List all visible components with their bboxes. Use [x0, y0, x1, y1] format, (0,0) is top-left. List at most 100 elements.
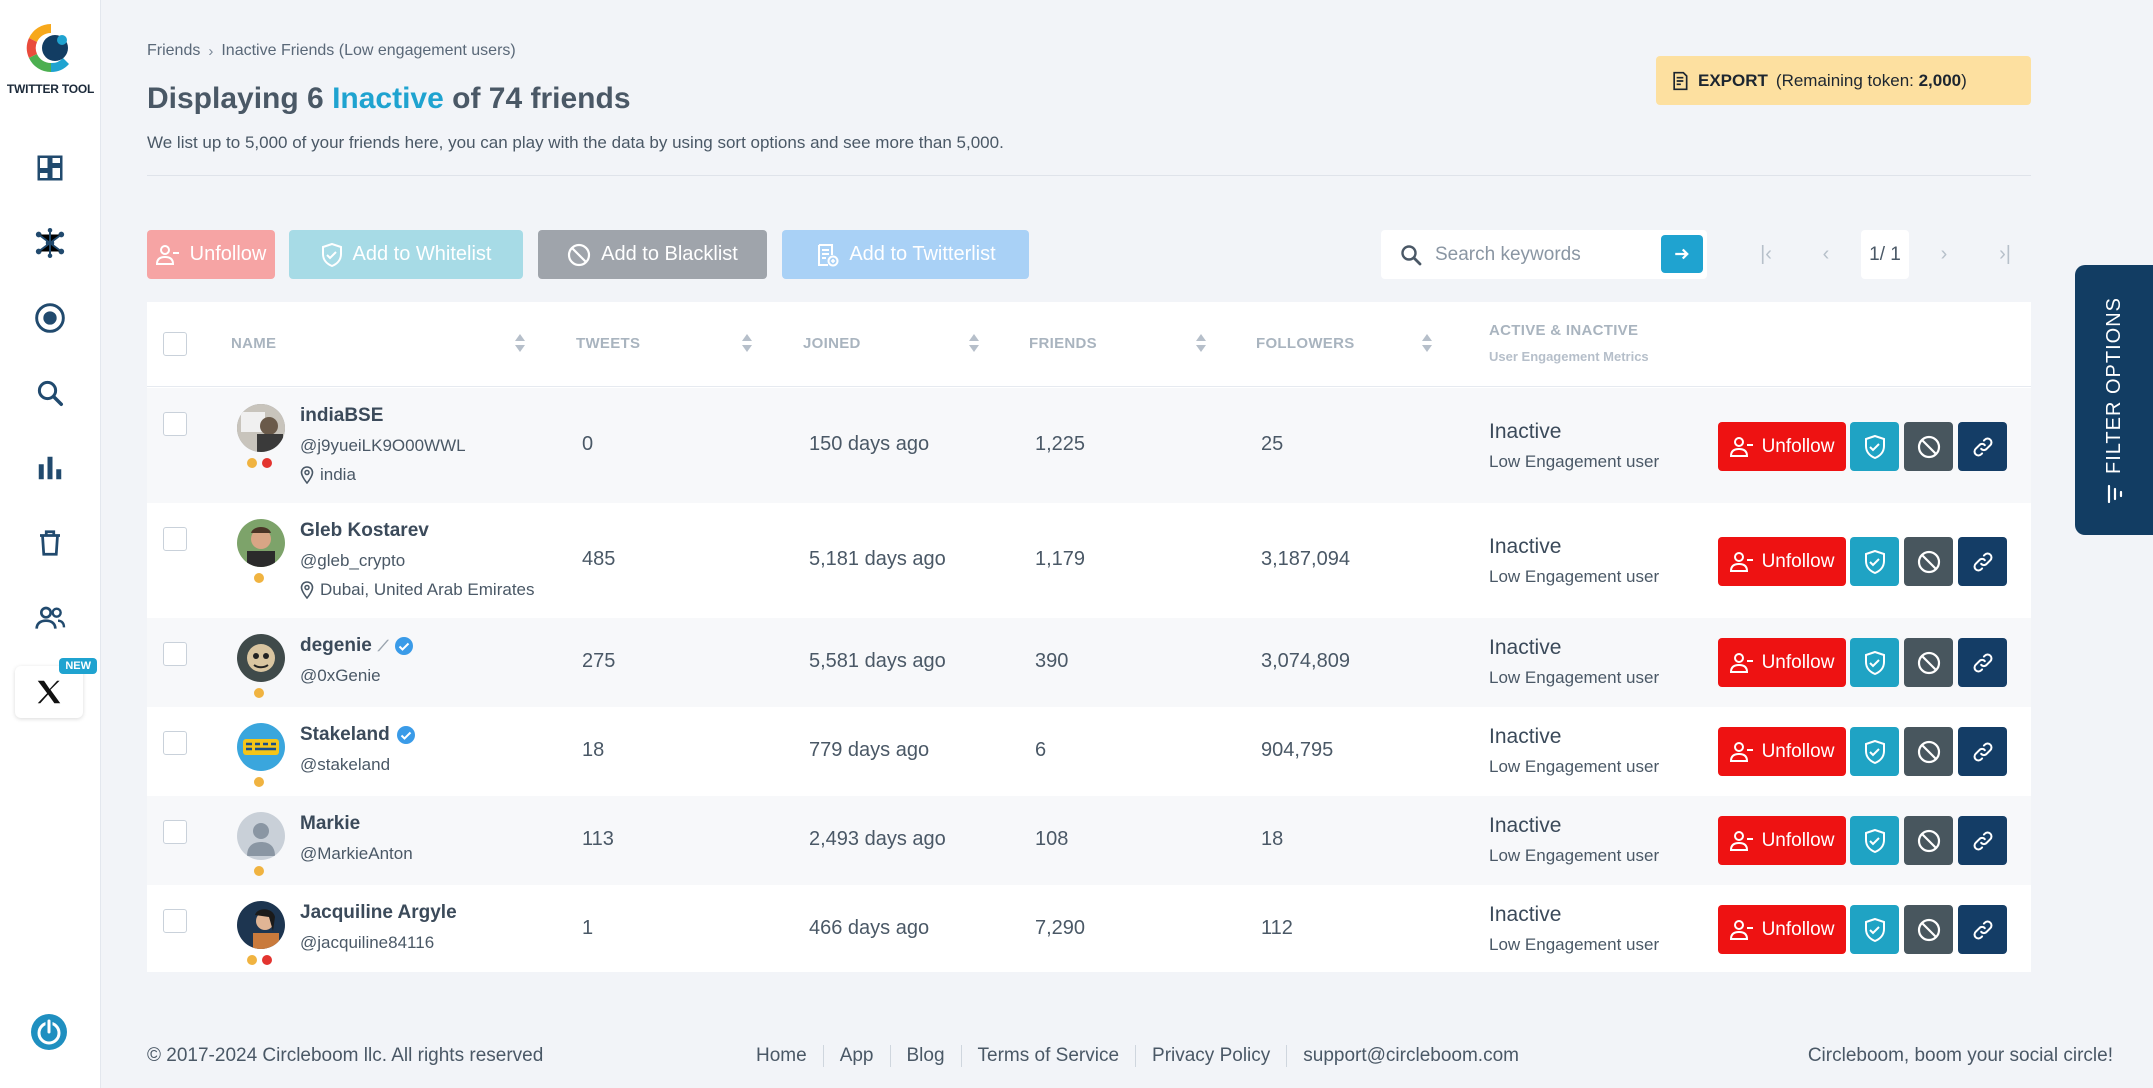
nav-x[interactable]: NEW [15, 658, 97, 718]
user-name[interactable]: Markie [300, 813, 360, 835]
sort-icon[interactable] [1420, 332, 1434, 354]
whitelist-button[interactable] [1850, 905, 1899, 954]
header-followers[interactable]: FOLLOWERS [1256, 335, 1355, 352]
search-submit-button[interactable] [1661, 235, 1703, 273]
export-button[interactable]: EXPORT (Remaining token: 2,000) [1656, 56, 2031, 105]
sort-icon[interactable] [513, 332, 527, 354]
avatar[interactable] [237, 404, 285, 452]
blacklist-button[interactable] [1904, 422, 1953, 471]
blacklist-button[interactable] [1904, 727, 1953, 776]
whitelist-button[interactable] [1850, 638, 1899, 687]
profile-link-button[interactable] [1958, 638, 2007, 687]
row-checkbox[interactable] [163, 412, 187, 436]
header-friends[interactable]: FRIENDS [1029, 335, 1097, 352]
prev-page-button[interactable]: ‹ [1803, 230, 1849, 279]
user-name[interactable]: Gleb Kostarev [300, 520, 429, 542]
table-row: Gleb Kostarev @gleb_crypto Dubai, United… [147, 503, 2031, 618]
avatar[interactable] [237, 519, 285, 567]
tweets-count: 275 [582, 650, 616, 672]
breadcrumb-parent[interactable]: Friends [147, 42, 200, 60]
whitelist-button[interactable] [1850, 537, 1899, 586]
avatar[interactable] [237, 812, 285, 860]
blacklist-button[interactable] [1904, 638, 1953, 687]
footer-link-app[interactable]: App [822, 1045, 890, 1067]
header-status-sub: User Engagement Metrics [1489, 349, 1649, 364]
footer-link-home[interactable]: Home [740, 1045, 823, 1067]
header-name[interactable]: NAME [231, 335, 276, 352]
blacklist-button[interactable] [1904, 905, 1953, 954]
avatar[interactable] [237, 634, 285, 682]
row-checkbox[interactable] [163, 820, 187, 844]
verified-badge-icon [396, 726, 415, 744]
profile-link-button[interactable] [1958, 905, 2007, 954]
nav-monitor[interactable] [25, 293, 75, 343]
footer-link-privacy[interactable]: Privacy Policy [1135, 1045, 1286, 1067]
nav-circle[interactable] [25, 218, 75, 268]
blacklist-button[interactable] [1904, 816, 1953, 865]
whitelist-button[interactable] [1850, 816, 1899, 865]
bulk-unfollow-button[interactable]: Unfollow [147, 230, 275, 279]
sort-icon[interactable] [740, 332, 754, 354]
user-name[interactable]: Jacquiline Argyle [300, 902, 457, 924]
footer-link-terms[interactable]: Terms of Service [960, 1045, 1135, 1067]
footer-link-support[interactable]: support@circleboom.com [1286, 1045, 1535, 1067]
search-input[interactable] [1435, 243, 1655, 266]
status-dot [254, 777, 264, 787]
user-name-text: Stakeland [300, 724, 390, 745]
add-to-whitelist-button[interactable]: Add to Whitelist [289, 230, 523, 279]
filter-options-tab[interactable]: FILTER OPTIONS [2075, 265, 2153, 535]
followers-count: 25 [1261, 433, 1284, 455]
nav-friends[interactable] [25, 593, 75, 643]
shield-check-icon [1864, 434, 1885, 459]
export-remaining: (Remaining token: 2,000) [1776, 71, 1967, 91]
profile-link-button[interactable] [1958, 816, 2007, 865]
app-name: TWITTER TOOL [6, 82, 95, 96]
unfollow-button[interactable]: Unfollow [1718, 905, 1846, 954]
nav-dashboard[interactable] [25, 143, 75, 193]
header-status: ACTIVE & INACTIVE [1489, 322, 1639, 339]
add-to-twitterlist-button[interactable]: Add to Twitterlist [782, 230, 1029, 279]
whitelist-button[interactable] [1850, 422, 1899, 471]
nav-delete[interactable] [25, 518, 75, 568]
select-all-checkbox[interactable] [163, 332, 187, 356]
user-name[interactable]: indiaBSE [300, 405, 383, 427]
sort-icon[interactable] [967, 332, 981, 354]
logout-button[interactable] [29, 1012, 69, 1052]
profile-link-button[interactable] [1958, 727, 2007, 776]
nav-search[interactable] [25, 368, 75, 418]
shield-check-icon [1864, 828, 1885, 853]
user-name[interactable]: degenie ⟋ [300, 635, 414, 657]
unfollow-button[interactable]: Unfollow [1718, 537, 1846, 586]
profile-link-button[interactable] [1958, 537, 2007, 586]
first-page-icon: |‹ [1760, 243, 1772, 265]
user-name[interactable]: Stakeland [300, 724, 416, 746]
unfollow-button[interactable]: Unfollow [1718, 638, 1846, 687]
sort-icon[interactable] [1194, 332, 1208, 354]
unfollow-label: Unfollow [1761, 550, 1835, 572]
row-checkbox[interactable] [163, 909, 187, 933]
followers-count: 18 [1261, 828, 1284, 850]
unfollow-button[interactable]: Unfollow [1718, 422, 1846, 471]
nav-analytics[interactable] [25, 443, 75, 493]
whitelist-button[interactable] [1850, 727, 1899, 776]
row-checkbox[interactable] [163, 642, 187, 666]
avatar[interactable] [237, 723, 285, 771]
add-to-blacklist-button[interactable]: Add to Blacklist [538, 230, 767, 279]
profile-link-button[interactable] [1958, 422, 2007, 471]
app-logo[interactable]: TWITTER TOOL [0, 20, 101, 96]
row-checkbox[interactable] [163, 731, 187, 755]
last-page-button[interactable]: ›| [1982, 230, 2028, 279]
row-checkbox[interactable] [163, 527, 187, 551]
arrow-right-icon [1675, 248, 1689, 260]
unfollow-button[interactable]: Unfollow [1718, 727, 1846, 776]
header-joined[interactable]: JOINED [803, 335, 861, 352]
link-icon [1973, 831, 1992, 850]
header-tweets[interactable]: TWEETS [576, 335, 640, 352]
next-page-button[interactable]: › [1921, 230, 1967, 279]
avatar[interactable] [237, 901, 285, 949]
first-page-button[interactable]: |‹ [1743, 230, 1789, 279]
unfollow-button[interactable]: Unfollow [1718, 816, 1846, 865]
footer-link-blog[interactable]: Blog [889, 1045, 961, 1067]
blacklist-button[interactable] [1904, 537, 1953, 586]
tweets-count: 0 [582, 433, 594, 455]
